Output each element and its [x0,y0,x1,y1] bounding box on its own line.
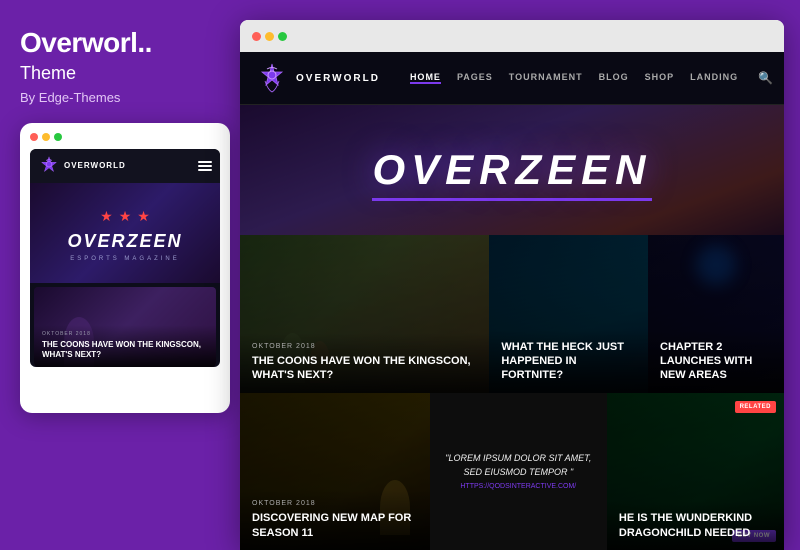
theme-subtitle: Theme [20,63,220,84]
nav-link-pages[interactable]: PAGES [457,72,493,84]
browser-dot-green [278,32,287,41]
mobile-stars: ★ ★ ★ [100,208,150,225]
browser-dot-red [252,32,261,41]
nav-line-1 [198,161,212,163]
mobile-preview-dots [30,133,220,141]
nav-line-3 [198,169,212,171]
site-hero: OVERZEEN [240,105,784,235]
dot-red [30,133,38,141]
card-dragonchild[interactable]: RELATED BUY NOW HE IS THE WUNDERKIND DRA… [607,393,784,550]
mobile-logo-icon [38,155,60,177]
cards-grid: OKTOBER 2018 THE COONS HAVE WON THE KING… [240,235,784,550]
site-hero-title: OVERZEEN [372,146,651,201]
quote-card: "LOREM IPSUM DOLOR SIT AMET, SED EIUSMOD… [430,440,607,502]
mobile-card-meta: OKTOBER 2018 [42,331,208,337]
nav-link-landing[interactable]: LANDING [690,72,738,84]
site-logo-text: OVERWORLD [296,73,380,84]
browser-dots [252,32,287,41]
theme-title: Overworl.. [20,28,220,59]
mobile-card-title: THE COONS HAVE WON THE KINGSCON, WHAT'S … [42,340,208,361]
card-kingscon[interactable]: OKTOBER 2018 THE COONS HAVE WON THE KING… [240,235,489,393]
nav-link-home[interactable]: HOME [410,72,441,84]
browser-bar [240,20,784,52]
quote-url: HTTPS://QODSINTERACTIVE.COM/ [442,483,595,490]
mobile-card-overlay: OKTOBER 2018 THE COONS HAVE WON THE KING… [34,325,216,367]
card-1-meta: OKTOBER 2018 [252,343,477,350]
card-4-title: DISCOVERING NEW MAP FOR SEASON 11 [252,511,418,540]
star-2: ★ [119,208,132,225]
card-quote[interactable]: "LOREM IPSUM DOLOR SIT AMET, SED EIUSMOD… [430,393,607,550]
cards-row-1: OKTOBER 2018 THE COONS HAVE WON THE KING… [240,235,784,393]
mobile-logo-area: OVERWORLD [38,155,126,177]
card-1-content: OKTOBER 2018 THE COONS HAVE WON THE KING… [240,333,489,393]
card-4-content: OKTOBER 2018 DISCOVERING NEW MAP FOR SEA… [240,490,430,550]
card-6-content: HE IS THE WUNDERKIND DRAGONCHILD NEEDED [607,501,784,550]
card-6-title: HE IS THE WUNDERKIND DRAGONCHILD NEEDED [619,511,772,540]
left-panel: Overworl.. Theme By Edge-Themes OVERWORL… [0,0,240,550]
star-1: ★ [100,208,113,225]
nav-link-shop[interactable]: SHOP [645,72,675,84]
mobile-hamburger-icon [198,161,212,171]
search-icon[interactable]: 🔍 [758,71,773,85]
card-3-content: CHAPTER 2 LAUNCHES WITH NEW AREAS [648,330,784,393]
card-1-title: THE COONS HAVE WON THE KINGSCON, WHAT'S … [252,354,477,383]
mobile-inner: OVERWORLD ★ ★ ★ OVERZEEN ESPORTS MAGAZIN… [30,149,220,367]
mobile-logo-text: OVERWORLD [64,161,126,170]
site-logo: OVERWORLD [256,62,380,94]
mobile-card[interactable]: OKTOBER 2018 THE COONS HAVE WON THE KING… [34,287,216,367]
related-badge: RELATED [735,401,776,413]
site-nav: OVERWORLD HOME PAGES TOURNAMENT BLOG SHO… [240,52,784,105]
menu-icon[interactable]: ☰ [783,71,784,85]
mobile-hero-title: OVERZEEN [67,231,182,252]
site-nav-links[interactable]: HOME PAGES TOURNAMENT BLOG SHOP LANDING [410,72,738,84]
browser-mockup: OVERWORLD HOME PAGES TOURNAMENT BLOG SHO… [240,20,784,550]
dot-yellow [42,133,50,141]
nav-link-tournament[interactable]: TOURNAMENT [509,72,583,84]
card-3-title: CHAPTER 2 LAUNCHES WITH NEW AREAS [660,340,772,383]
card-2-title: WHAT THE HECK JUST HAPPENED IN FORTNITE? [501,340,636,383]
dot-green [54,133,62,141]
mobile-nav: OVERWORLD [30,149,220,183]
star-3: ★ [137,208,150,225]
nav-icons: 🔍 ☰ [758,71,784,85]
card-5-inner: "LOREM IPSUM DOLOR SIT AMET, SED EIUSMOD… [430,393,607,550]
card-chapter2[interactable]: CHAPTER 2 LAUNCHES WITH NEW AREAS [648,235,784,393]
nav-link-blog[interactable]: BLOG [599,72,629,84]
card-2-content: WHAT THE HECK JUST HAPPENED IN FORTNITE? [489,330,648,393]
card-fortnite[interactable]: WHAT THE HECK JUST HAPPENED IN FORTNITE? [489,235,648,393]
browser-dot-yellow [265,32,274,41]
site-logo-icon [256,62,288,94]
card-season11[interactable]: OKTOBER 2018 DISCOVERING NEW MAP FOR SEA… [240,393,430,550]
nav-line-2 [198,165,212,167]
mobile-hero: ★ ★ ★ OVERZEEN ESPORTS MAGAZINE [30,183,220,283]
theme-author: By Edge-Themes [20,90,220,105]
cards-row-2: OKTOBER 2018 DISCOVERING NEW MAP FOR SEA… [240,393,784,550]
browser-content: OVERWORLD HOME PAGES TOURNAMENT BLOG SHO… [240,52,784,550]
quote-text: "LOREM IPSUM DOLOR SIT AMET, SED EIUSMOD… [442,452,595,479]
mobile-hero-sub: ESPORTS MAGAZINE [70,256,180,262]
card-4-meta: OKTOBER 2018 [252,500,418,507]
mobile-preview: OVERWORLD ★ ★ ★ OVERZEEN ESPORTS MAGAZIN… [20,123,230,413]
